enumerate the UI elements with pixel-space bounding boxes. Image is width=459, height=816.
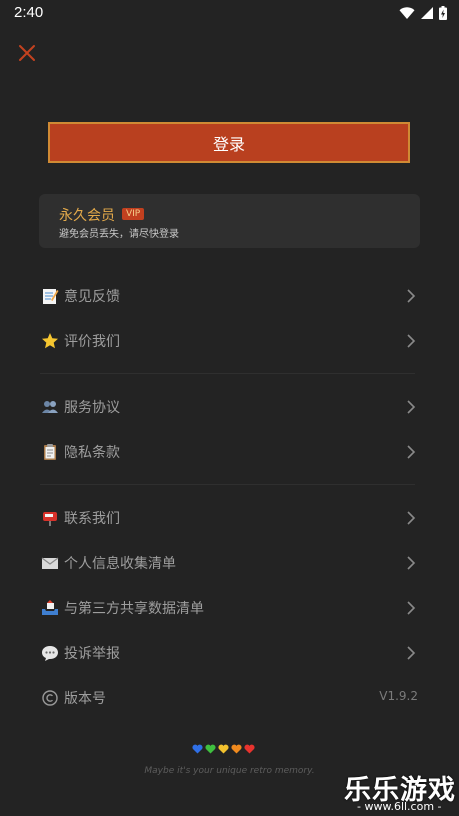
status-bar: 2:40	[0, 0, 459, 26]
status-icons	[399, 6, 447, 20]
yellow-heart-icon	[218, 744, 229, 754]
divider	[40, 373, 415, 374]
vip-card[interactable]: 永久会员 VIP 避免会员丢失，请尽快登录	[39, 194, 420, 248]
orange-heart-icon	[231, 744, 242, 754]
menu-item-terms[interactable]: 服务协议	[40, 392, 420, 422]
menu-label-contact: 联系我们	[64, 511, 120, 527]
chevron-right-icon	[407, 334, 416, 348]
chevron-right-icon	[407, 289, 416, 303]
login-button[interactable]: 登录	[48, 122, 410, 163]
speech-bubble-icon	[40, 643, 60, 663]
red-heart-icon	[244, 744, 255, 754]
menu-label-report: 投诉举报	[64, 646, 120, 662]
divider	[40, 484, 415, 485]
vip-title: 永久会员	[59, 208, 115, 224]
menu-label-terms: 服务协议	[64, 400, 120, 416]
copyright-icon	[40, 688, 60, 708]
menu-label-version: 版本号	[64, 691, 106, 707]
chevron-right-icon	[407, 646, 416, 660]
star-icon	[40, 331, 60, 351]
vip-badge: VIP	[122, 208, 145, 220]
chevron-right-icon	[407, 511, 416, 525]
menu-item-version: 版本号 V1.9.2	[40, 683, 420, 713]
battery-icon	[439, 6, 447, 20]
outbox-tray-icon	[40, 598, 60, 618]
menu-item-feedback[interactable]: 意见反馈	[40, 281, 420, 311]
menu-label-rate: 评价我们	[64, 334, 120, 350]
status-time: 2:40	[14, 4, 44, 21]
chevron-right-icon	[407, 601, 416, 615]
chevron-right-icon	[407, 400, 416, 414]
menu-item-privacy[interactable]: 隐私条款	[40, 437, 420, 467]
close-button[interactable]	[16, 42, 38, 64]
hearts-row	[192, 744, 255, 754]
people-icon	[40, 397, 60, 417]
menu-item-rate[interactable]: 评价我们	[40, 326, 420, 356]
chevron-right-icon	[407, 445, 416, 459]
menu-label-personal-info: 个人信息收集清单	[64, 556, 176, 572]
menu-item-report[interactable]: 投诉举报	[40, 638, 420, 668]
clipboard-icon	[40, 442, 60, 462]
postbox-icon	[40, 508, 60, 528]
wifi-icon	[399, 6, 415, 19]
signal-icon	[421, 7, 433, 19]
menu-item-personal-info[interactable]: 个人信息收集清单	[40, 548, 420, 578]
menu-label-feedback: 意见反馈	[64, 289, 120, 305]
watermark-url: - www.6ll.com -	[357, 800, 442, 813]
vip-subtitle: 避免会员丢失，请尽快登录	[59, 229, 179, 240]
green-heart-icon	[205, 744, 216, 754]
envelope-icon	[40, 553, 60, 573]
menu-label-privacy: 隐私条款	[64, 445, 120, 461]
memo-icon	[40, 286, 60, 306]
menu-item-contact[interactable]: 联系我们	[40, 503, 420, 533]
version-value: V1.9.2	[379, 689, 418, 703]
menu-label-third-party: 与第三方共享数据清单	[64, 601, 204, 617]
chevron-right-icon	[407, 556, 416, 570]
blue-heart-icon	[192, 744, 203, 754]
close-icon	[19, 45, 35, 61]
menu-item-third-party[interactable]: 与第三方共享数据清单	[40, 593, 420, 623]
